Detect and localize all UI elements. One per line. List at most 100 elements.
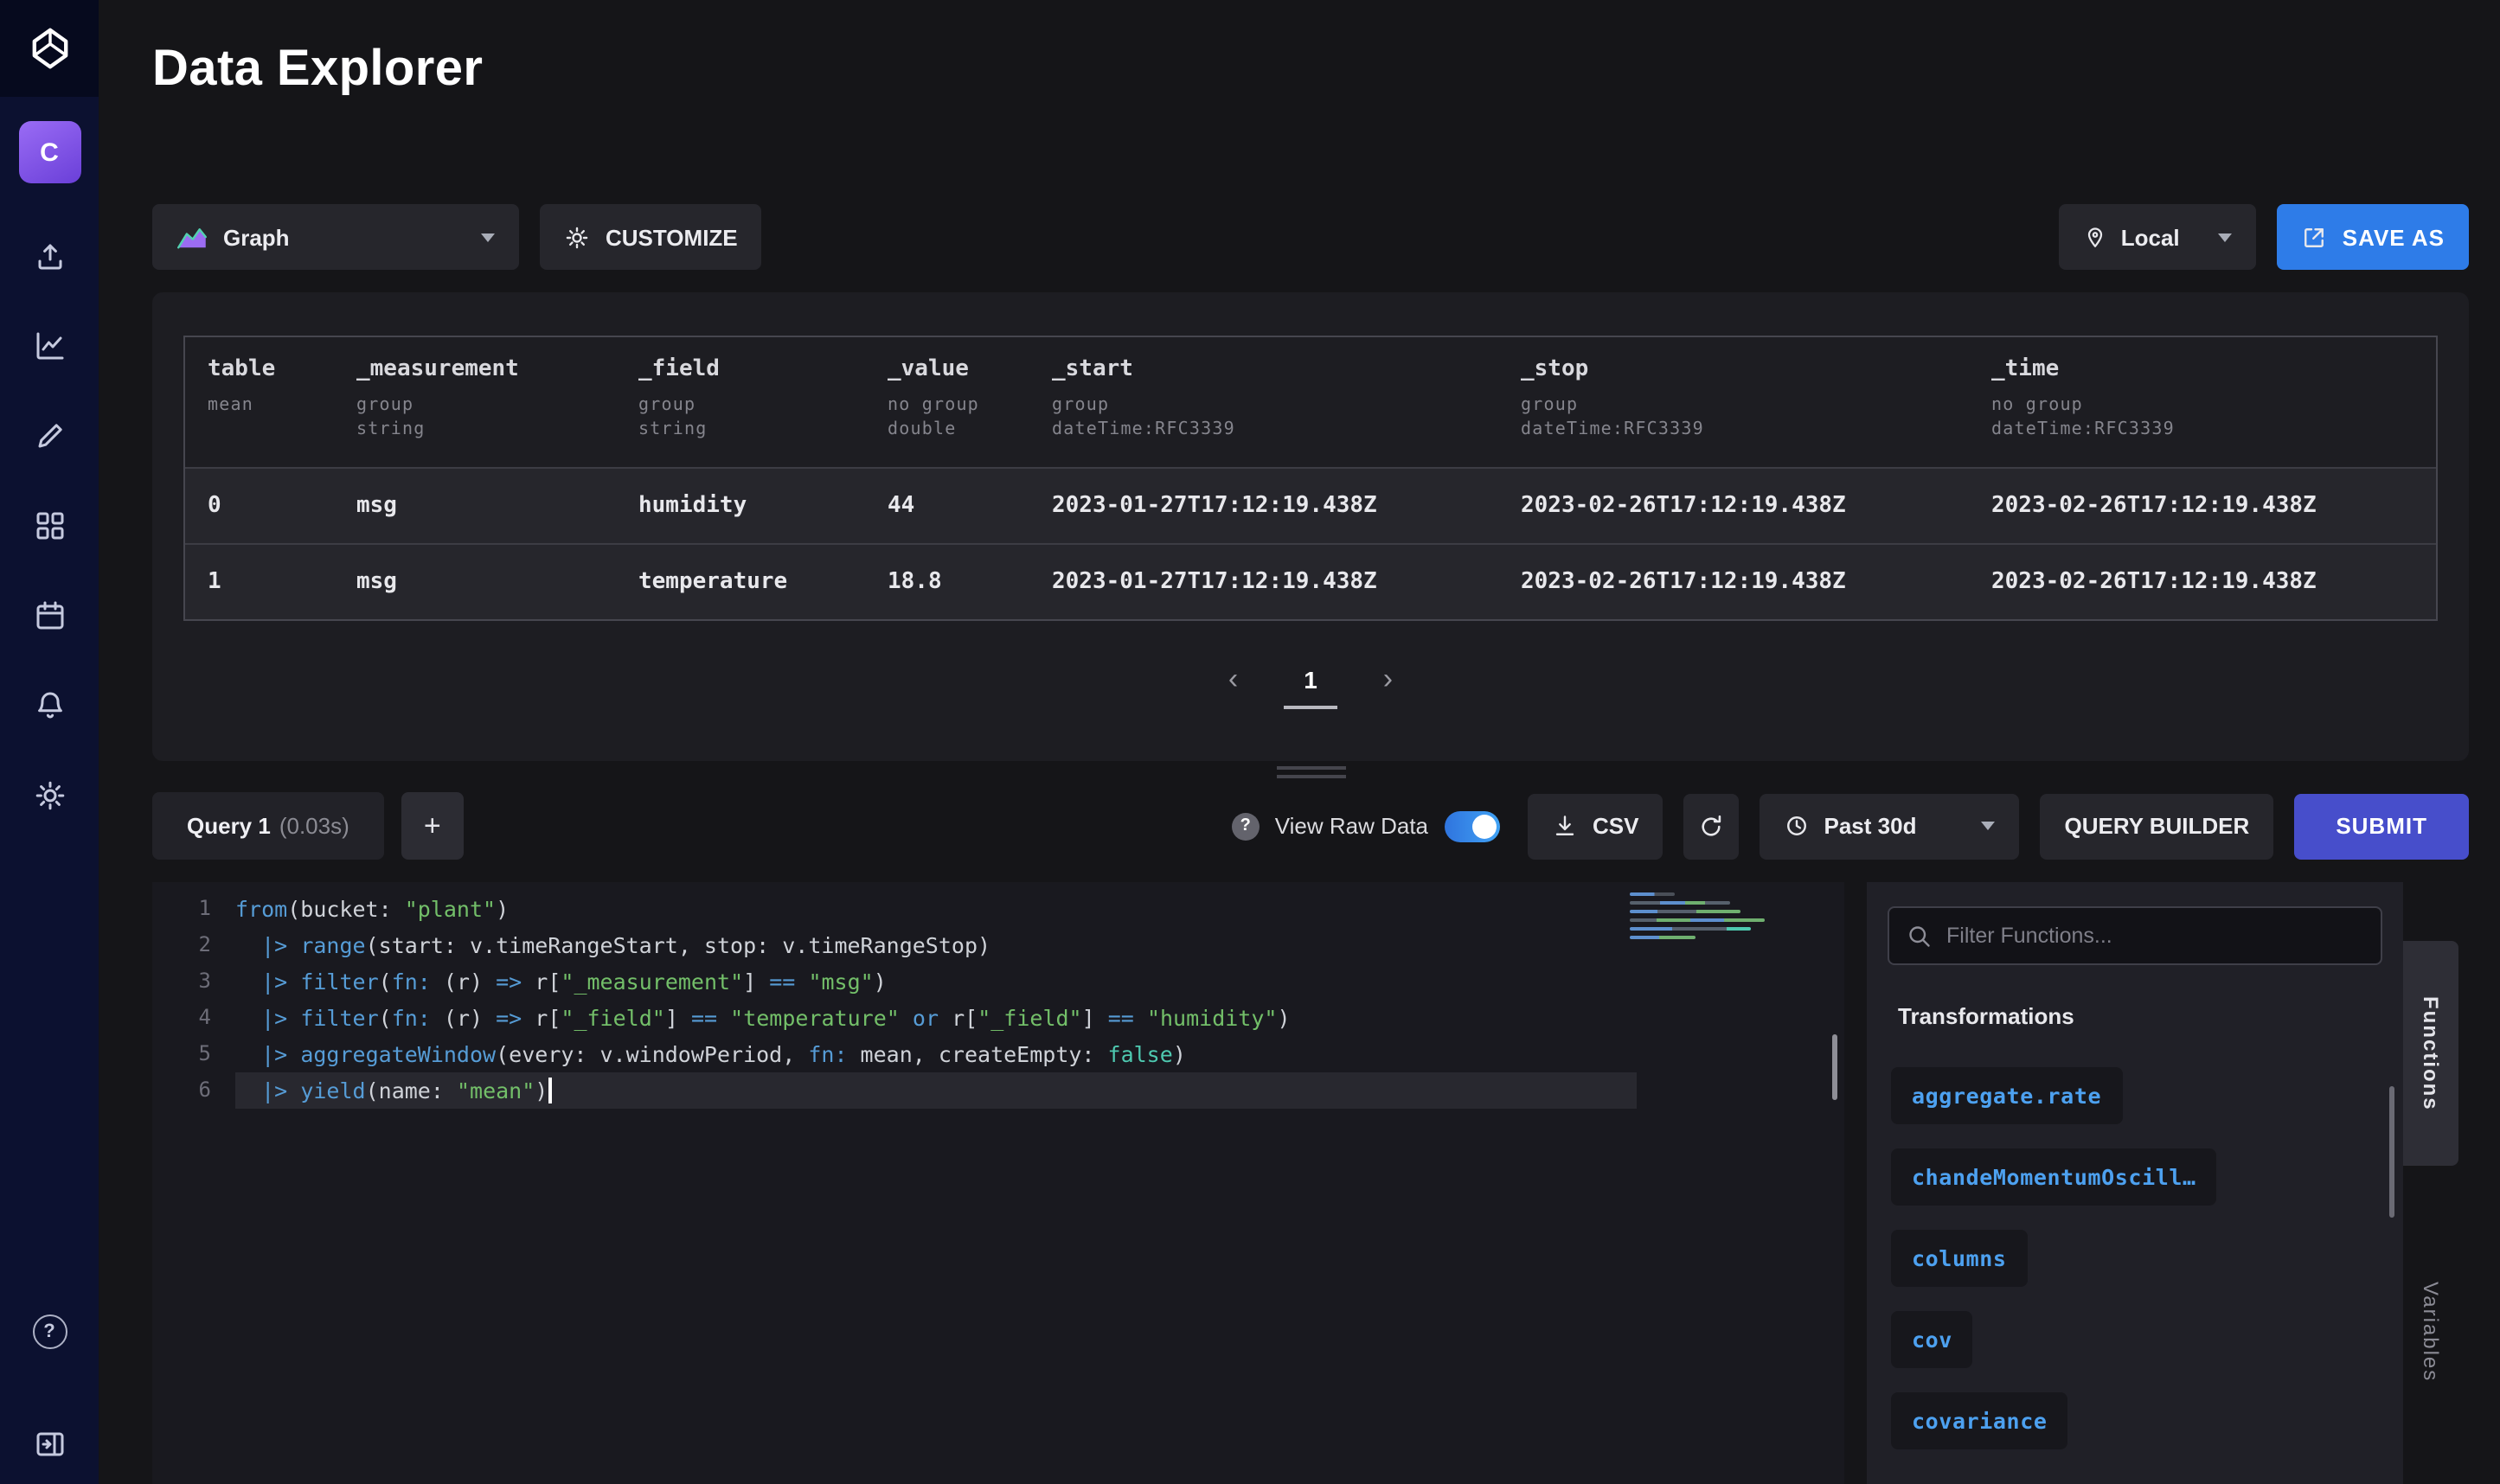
query-tab[interactable]: Query 1 (0.03s) — [152, 792, 384, 860]
code-token: (r) — [431, 1005, 496, 1031]
tab-functions[interactable]: Functions — [2403, 941, 2458, 1166]
sidebar-item-dashboards[interactable] — [30, 507, 68, 545]
gear-icon — [564, 224, 590, 250]
customize-button[interactable]: CUSTOMIZE — [540, 204, 762, 270]
code-token: => — [496, 969, 522, 995]
function-item[interactable]: cov — [1891, 1311, 1973, 1368]
table-row: 0msghumidity442023-01-27T17:12:19.438Z20… — [185, 467, 2436, 543]
functions-section-title: Transformations — [1898, 1003, 2382, 1029]
table-column-header: _stopgroupdateTime:RFC3339 — [1498, 337, 1969, 467]
code-line[interactable]: |> yield(name: "mean") — [235, 1072, 1637, 1109]
code-token: ] — [1082, 1005, 1108, 1031]
tab-variables[interactable]: Variables — [2403, 1259, 2458, 1404]
timezone-dropdown[interactable]: Local — [2059, 204, 2256, 270]
function-item[interactable]: aggregate.rate — [1891, 1067, 2122, 1124]
table-cell: 1 — [185, 569, 334, 595]
minimap-line — [1630, 936, 1696, 939]
org-avatar[interactable]: C — [18, 121, 80, 183]
refresh-icon — [1698, 812, 1726, 840]
code-token: "temperature" — [730, 1005, 900, 1031]
table-header-row: tablemean_measurementgroupstring_fieldgr… — [185, 337, 2436, 467]
sidebar-item-data-explorer[interactable] — [30, 327, 68, 365]
column-meta: group — [1052, 394, 1498, 419]
code-token: ) — [874, 969, 887, 995]
save-as-button[interactable]: SAVE AS — [2277, 204, 2469, 270]
function-item[interactable]: columns — [1891, 1230, 2028, 1287]
code-token: mean, createEmpty: — [848, 1041, 1108, 1067]
sidebar-item-help[interactable]: ? — [30, 1313, 68, 1351]
code-token: ( — [379, 1005, 392, 1031]
sidebar-item-notebooks[interactable] — [30, 417, 68, 455]
prev-page-button[interactable]: ‹ — [1228, 662, 1238, 697]
area-chart-icon — [176, 225, 208, 249]
function-item[interactable]: chandeMomentumOscill… — [1891, 1148, 2217, 1206]
code-token — [235, 1041, 261, 1067]
view-type-dropdown[interactable]: Graph — [152, 204, 519, 270]
code-token: (every: v.windowPeriod, — [496, 1041, 808, 1067]
current-page-number[interactable]: 1 — [1283, 662, 1338, 709]
view-type-label: Graph — [223, 224, 290, 250]
query-builder-label: QUERY BUILDER — [2065, 813, 2250, 839]
help-icon[interactable]: ? — [1232, 812, 1260, 840]
sidebar-item-alerts[interactable] — [30, 687, 68, 725]
next-page-button[interactable]: › — [1383, 662, 1393, 697]
column-meta: string — [356, 419, 616, 443]
function-item[interactable]: covariance — [1891, 1392, 2068, 1449]
code-token: ) — [1173, 1041, 1186, 1067]
query-builder-button[interactable]: QUERY BUILDER — [2041, 793, 2274, 859]
code-token: "msg" — [808, 969, 873, 995]
csv-download-button[interactable]: CSV — [1527, 793, 1663, 859]
sidebar-item-load-data[interactable] — [30, 237, 68, 275]
code-token: filter — [300, 969, 378, 995]
column-name: _measurement — [356, 356, 616, 382]
main-content: Data Explorer Graph CUSTOMIZE — [99, 0, 2500, 1484]
column-meta: dateTime:RFC3339 — [1991, 419, 2436, 443]
customize-label: CUSTOMIZE — [606, 224, 738, 250]
function-search-input[interactable] — [1946, 924, 2363, 948]
code-line[interactable]: |> range(start: v.timeRangeStart, stop: … — [235, 927, 1637, 963]
code-token — [287, 1041, 300, 1067]
line-number: 1 — [152, 891, 211, 927]
table-cell: 44 — [865, 493, 1029, 519]
code-token: "_field" — [561, 1005, 664, 1031]
code-line[interactable]: |> filter(fn: (r) => r["_field"] == "tem… — [235, 1000, 1637, 1036]
panel-resize-handle[interactable] — [1276, 766, 1345, 778]
code-line[interactable]: |> aggregateWindow(every: v.windowPeriod… — [235, 1036, 1637, 1072]
code-line[interactable]: from(bucket: "plant") — [235, 891, 1637, 927]
code-token — [235, 932, 261, 958]
code-token: fn: — [392, 969, 431, 995]
view-raw-data-toggle[interactable] — [1444, 810, 1499, 841]
pin-icon — [2083, 224, 2107, 250]
query-workspace: 123456 from(bucket: "plant") |> range(st… — [152, 882, 2469, 1484]
code-token — [287, 1078, 300, 1103]
flux-code-editor[interactable]: 123456 from(bucket: "plant") |> range(st… — [152, 882, 1844, 1484]
refresh-button[interactable] — [1684, 793, 1740, 859]
side-tab-strip: Functions Variables — [2403, 882, 2469, 1484]
sidebar-expand-button[interactable] — [30, 1425, 68, 1463]
table-column-header: _timeno groupdateTime:RFC3339 — [1969, 337, 2436, 467]
editor-scrollbar-thumb[interactable] — [1832, 1034, 1837, 1100]
table-cell: 2023-02-26T17:12:19.438Z — [1498, 493, 1969, 519]
submit-button[interactable]: SUBMIT — [2294, 793, 2469, 859]
nav-sidebar: C — [0, 0, 99, 1484]
time-range-dropdown[interactable]: Past 30d — [1760, 793, 2020, 859]
sidebar-item-settings[interactable] — [30, 777, 68, 815]
column-name: table — [208, 356, 334, 382]
function-list: aggregate.rate chandeMomentumOscill… colum… — [1888, 1067, 2382, 1449]
code-line[interactable]: |> filter(fn: (r) => r["_measurement"] =… — [235, 963, 1637, 1000]
chevron-down-icon — [2218, 233, 2232, 241]
raw-data-table[interactable]: tablemean_measurementgroupstring_fieldgr… — [183, 336, 2438, 621]
editor-code-area[interactable]: from(bucket: "plant") |> range(start: v.… — [235, 891, 1844, 1484]
editor-minimap[interactable] — [1630, 892, 1782, 944]
influxdb-logo-button[interactable] — [0, 0, 99, 97]
page-title: Data Explorer — [152, 40, 2469, 99]
chevron-down-icon — [481, 233, 495, 241]
table-cell: 2023-01-27T17:12:19.438Z — [1029, 493, 1498, 519]
code-token: "_field" — [978, 1005, 1081, 1031]
code-token: => — [496, 1005, 522, 1031]
submit-label: SUBMIT — [2336, 813, 2427, 839]
code-token: (name: — [366, 1078, 457, 1103]
functions-scrollbar-thumb[interactable] — [2389, 1086, 2394, 1218]
sidebar-item-tasks[interactable] — [30, 597, 68, 635]
add-query-button[interactable]: + — [401, 792, 464, 860]
